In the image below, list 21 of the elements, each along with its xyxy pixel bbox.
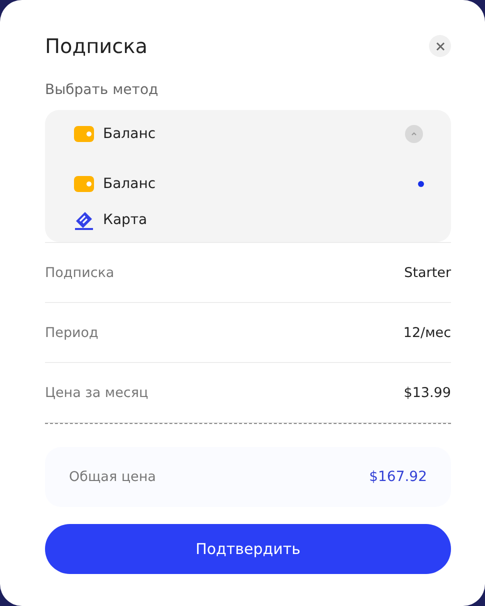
wallet-icon	[74, 176, 94, 192]
close-icon	[436, 42, 444, 50]
total-label: Общая цена	[69, 469, 156, 485]
close-button[interactable]	[429, 35, 451, 57]
confirm-button[interactable]: Подтвердить	[45, 524, 451, 574]
detail-label: Период	[45, 324, 98, 340]
card-icon	[74, 210, 94, 230]
chevron-icon	[411, 132, 417, 136]
dialog-title: Подписка	[45, 34, 148, 58]
total-value: $167.92	[369, 469, 427, 485]
method-label: Выбрать метод	[45, 82, 160, 98]
method-option[interactable]: Баланс	[103, 176, 409, 192]
selected-method: Баланс	[103, 126, 157, 142]
wallet-icon	[74, 126, 94, 142]
detail-value: Starter	[404, 264, 451, 280]
method-option[interactable]: Карта	[103, 212, 409, 228]
detail-value: $13.99	[404, 384, 451, 400]
detail-label: Подписка	[45, 264, 114, 280]
detail-value: 12/мес	[403, 324, 451, 340]
detail-label: Цена за месяц	[45, 384, 148, 400]
method-select[interactable]: Баланс Баланс Карта	[45, 110, 451, 242]
